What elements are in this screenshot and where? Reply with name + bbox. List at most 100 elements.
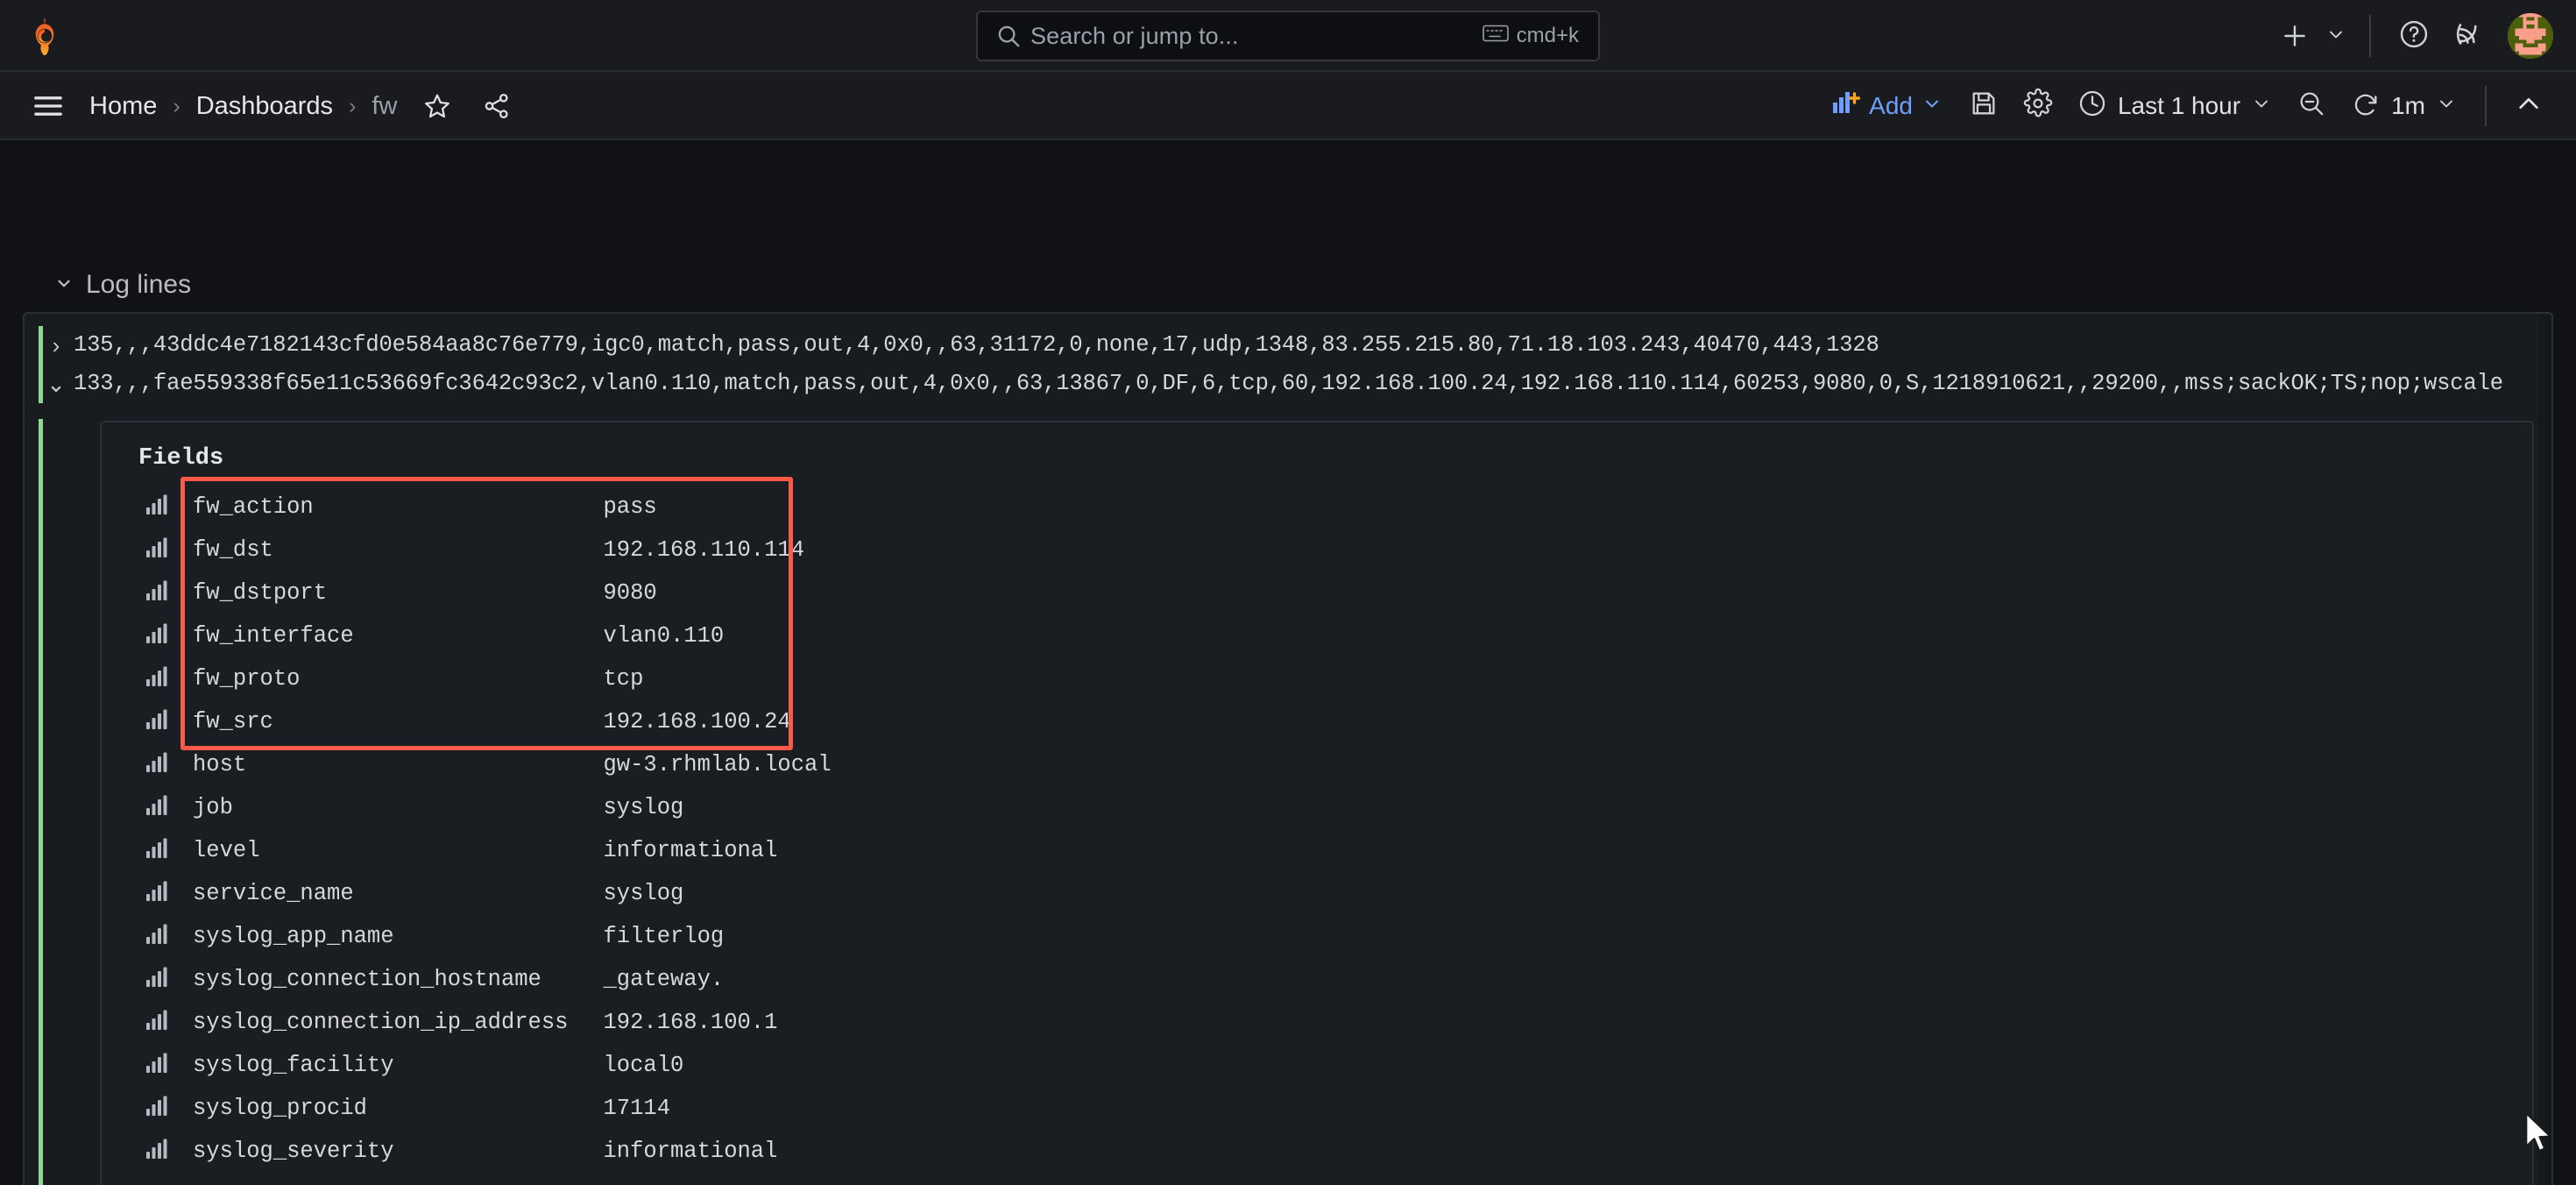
grafana-logo-icon[interactable] [25, 16, 65, 56]
bar-chart-icon[interactable] [145, 580, 168, 606]
field-stats-icon-cell[interactable] [126, 1087, 188, 1130]
breadcrumb-toolbar-row: Home › Dashboards › fw Add Last 1 hour 1… [0, 72, 2576, 140]
field-stats-icon-cell[interactable] [126, 486, 188, 529]
search-shortcut-label: cmd+k [1516, 24, 1579, 47]
chevron-down-icon[interactable] [2436, 92, 2457, 120]
field-row[interactable]: job syslog [126, 786, 971, 829]
field-stats-icon-cell[interactable] [126, 529, 188, 571]
expand-log-chevron[interactable]: › [44, 330, 68, 361]
field-row[interactable]: fw_src 192.168.100.24 [126, 700, 971, 743]
search-shortcut-hint: cmd+k [1482, 24, 1579, 49]
chevron-down-icon[interactable] [54, 270, 74, 300]
hamburger-menu-icon[interactable] [23, 81, 74, 131]
field-row[interactable]: syslog_connection_ip_address 192.168.100… [126, 1001, 971, 1044]
field-row[interactable]: fw_dst 192.168.110.114 [126, 529, 971, 571]
bar-chart-icon[interactable] [145, 1053, 168, 1078]
field-stats-icon-cell[interactable] [126, 829, 188, 872]
field-row[interactable]: service_name syslog [126, 872, 971, 915]
bar-chart-icon[interactable] [145, 838, 168, 863]
field-stats-icon-cell[interactable] [126, 958, 188, 1001]
bar-chart-icon[interactable] [145, 537, 168, 563]
bar-chart-icon[interactable] [145, 1010, 168, 1035]
bar-chart-icon[interactable] [145, 881, 168, 906]
logs-panel-scrollbar[interactable] [2539, 314, 2551, 1185]
collapse-toolbar-button[interactable] [2504, 82, 2553, 131]
plus-icon[interactable] [2268, 9, 2322, 63]
row-title-label: Log lines [86, 270, 192, 299]
save-dashboard-button[interactable] [1958, 82, 2009, 131]
clock-icon [2077, 89, 2107, 124]
field-row[interactable]: syslog_app_name filterlog [126, 915, 971, 958]
question-circle-icon [2398, 18, 2430, 54]
breadcrumb-item-home[interactable]: Home [86, 92, 160, 121]
rss-icon [2452, 18, 2484, 54]
breadcrumb-item-fw[interactable]: fw [368, 92, 400, 121]
bar-chart-icon[interactable] [145, 752, 168, 777]
field-key: level [193, 838, 260, 863]
keyboard-icon [1482, 24, 1509, 49]
field-stats-icon-cell[interactable] [126, 1001, 188, 1044]
breadcrumb-item-dashboards[interactable]: Dashboards [193, 92, 336, 121]
share-icon[interactable] [474, 83, 520, 129]
field-row[interactable]: fw_action pass [126, 486, 971, 529]
field-row[interactable]: syslog_severity informational [126, 1130, 971, 1173]
field-row[interactable]: fw_proto tcp [126, 657, 971, 700]
field-row[interactable]: syslog_facility local0 [126, 1044, 971, 1087]
bar-chart-icon[interactable] [145, 1096, 168, 1121]
top-navigation-bar: Search or jump to... cmd+k [0, 0, 2576, 72]
log-details-panel: Fields fw_action pass fw_dst 192.168.110… [100, 421, 2534, 1185]
field-row[interactable]: host gw-3.rhmlab.local [126, 743, 971, 786]
field-row[interactable]: syslog_procid 17114 [126, 1087, 971, 1130]
field-stats-icon-cell[interactable] [126, 786, 188, 829]
bar-chart-icon[interactable] [145, 494, 168, 520]
chevron-down-icon[interactable] [1921, 92, 1943, 120]
refresh-dashboard-button[interactable]: 1m [2340, 82, 2467, 131]
log-line-row-expanded[interactable]: ⌄ 133,,,fae559338f65e11c53669fc3642c93c2… [25, 365, 2551, 403]
field-row[interactable]: syslog_connection_hostname _gateway. [126, 958, 971, 1001]
profile-avatar[interactable] [2508, 13, 2553, 59]
bar-chart-icon[interactable] [145, 709, 168, 734]
bar-chart-icon[interactable] [145, 623, 168, 649]
field-stats-icon-cell[interactable] [126, 1130, 188, 1173]
field-stats-icon-cell[interactable] [126, 571, 188, 614]
star-icon[interactable] [414, 83, 460, 129]
bar-chart-icon[interactable] [145, 967, 168, 992]
fields-table: fw_action pass fw_dst 192.168.110.114 fw… [126, 486, 971, 1173]
field-stats-icon-cell[interactable] [126, 614, 188, 657]
field-stats-icon-cell[interactable] [126, 743, 188, 786]
breadcrumb-separator: › [173, 93, 180, 118]
log-line-row[interactable]: › 135,,,43ddc4e7182143cfd0e584aa8c76e779… [25, 326, 2551, 365]
time-range-picker[interactable]: Last 1 hour [2067, 82, 2282, 131]
new-button[interactable] [2261, 9, 2353, 63]
field-stats-icon-cell[interactable] [126, 872, 188, 915]
search-input-placeholder[interactable]: Search or jump to... [1030, 23, 1483, 50]
chevron-down-icon[interactable] [2251, 92, 2272, 120]
chevron-down-icon[interactable] [2325, 24, 2346, 49]
global-search-bar[interactable]: Search or jump to... cmd+k [976, 11, 1600, 61]
field-key: host [193, 752, 247, 777]
field-stats-icon-cell[interactable] [126, 657, 188, 700]
collapse-log-chevron[interactable]: ⌄ [44, 368, 68, 400]
add-panel-button[interactable]: Add [1820, 82, 1955, 131]
news-button[interactable] [2441, 9, 2495, 63]
zoom-out-time-range-button[interactable] [2286, 82, 2337, 131]
dashboard-row-title[interactable]: Log lines [54, 270, 191, 300]
field-stats-icon-cell[interactable] [126, 1044, 188, 1087]
bar-chart-icon[interactable] [145, 1139, 168, 1164]
field-value: informational [603, 838, 778, 863]
bar-chart-icon[interactable] [145, 924, 168, 949]
dashboard-settings-button[interactable] [2013, 82, 2063, 131]
field-row[interactable]: level informational [126, 829, 971, 872]
field-key: fw_action [193, 494, 314, 520]
field-key: syslog_facility [193, 1053, 394, 1078]
logs-panel-body: › 135,,,43ddc4e7182143cfd0e584aa8c76e779… [25, 314, 2551, 1185]
field-stats-icon-cell[interactable] [126, 700, 188, 743]
field-row[interactable]: fw_interface vlan0.110 [126, 614, 971, 657]
help-button[interactable] [2387, 9, 2441, 63]
field-row[interactable]: fw_dstport 9080 [126, 571, 971, 614]
bar-chart-icon[interactable] [145, 666, 168, 692]
bar-chart-icon[interactable] [145, 795, 168, 820]
field-stats-icon-cell[interactable] [126, 915, 188, 958]
field-value: 192.168.100.24 [603, 709, 791, 734]
save-icon [1969, 89, 1999, 124]
